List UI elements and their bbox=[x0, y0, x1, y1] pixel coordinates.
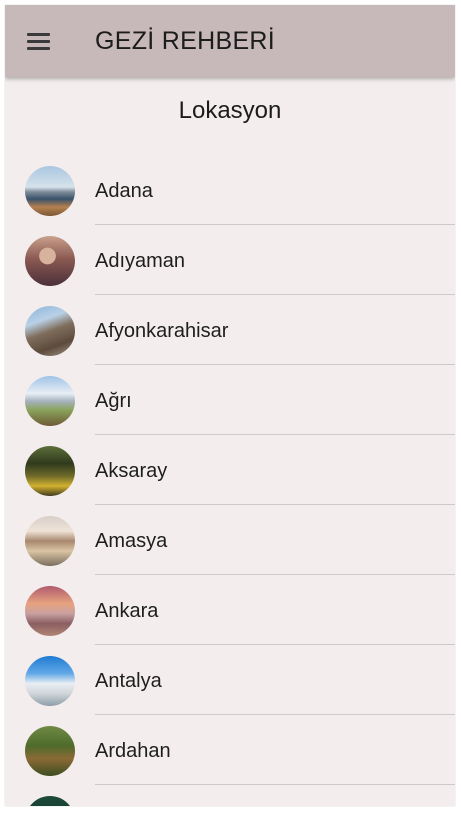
divider bbox=[95, 784, 455, 785]
list-item-label: Aksaray bbox=[95, 460, 168, 482]
list-item-antalya[interactable]: Antalya bbox=[5, 645, 455, 715]
adiyaman-thumbnail bbox=[25, 236, 75, 286]
amasya-thumbnail bbox=[25, 516, 75, 566]
list-item-adiyaman[interactable]: Adıyaman bbox=[5, 225, 455, 295]
list-item-ardahan[interactable]: Ardahan bbox=[5, 715, 455, 785]
hamburger-menu-icon[interactable] bbox=[24, 29, 56, 53]
location-list: Adana Adıyaman Afyonkarahisar Ağrı Aksar… bbox=[5, 155, 455, 785]
list-item-ankara[interactable]: Ankara bbox=[5, 575, 455, 645]
list-item-label: Ağrı bbox=[95, 390, 132, 412]
list-item-amasya[interactable]: Amasya bbox=[5, 505, 455, 575]
list-item-label: Antalya bbox=[95, 670, 162, 692]
list-item-afyonkarahisar[interactable]: Afyonkarahisar bbox=[5, 295, 455, 365]
list-item-label: Adana bbox=[95, 180, 153, 202]
list-item-adana[interactable]: Adana bbox=[5, 155, 455, 225]
app-screen: GEZİ REHBERİ Lokasyon Adana Adıyaman Afy… bbox=[5, 5, 455, 806]
list-item-label: Ankara bbox=[95, 600, 159, 622]
aksaray-thumbnail bbox=[25, 446, 75, 496]
list-item-label: Adıyaman bbox=[95, 250, 186, 272]
section-title: Lokasyon bbox=[178, 97, 282, 124]
app-bar: GEZİ REHBERİ bbox=[5, 5, 455, 77]
app-title: GEZİ REHBERİ bbox=[95, 27, 276, 55]
ankara-thumbnail bbox=[25, 586, 75, 636]
afyonkarahisar-thumbnail bbox=[25, 306, 75, 356]
adana-thumbnail bbox=[25, 166, 75, 216]
agri-thumbnail bbox=[25, 376, 75, 426]
list-item-label: Afyonkarahisar bbox=[95, 320, 229, 342]
list-item-label: Amasya bbox=[95, 530, 168, 552]
next-item-thumbnail-partial[interactable] bbox=[25, 796, 75, 806]
list-item-aksaray[interactable]: Aksaray bbox=[5, 435, 455, 505]
list-item-label: Ardahan bbox=[95, 740, 171, 762]
list-item-agri[interactable]: Ağrı bbox=[5, 365, 455, 435]
ardahan-thumbnail bbox=[25, 726, 75, 776]
antalya-thumbnail bbox=[25, 656, 75, 706]
